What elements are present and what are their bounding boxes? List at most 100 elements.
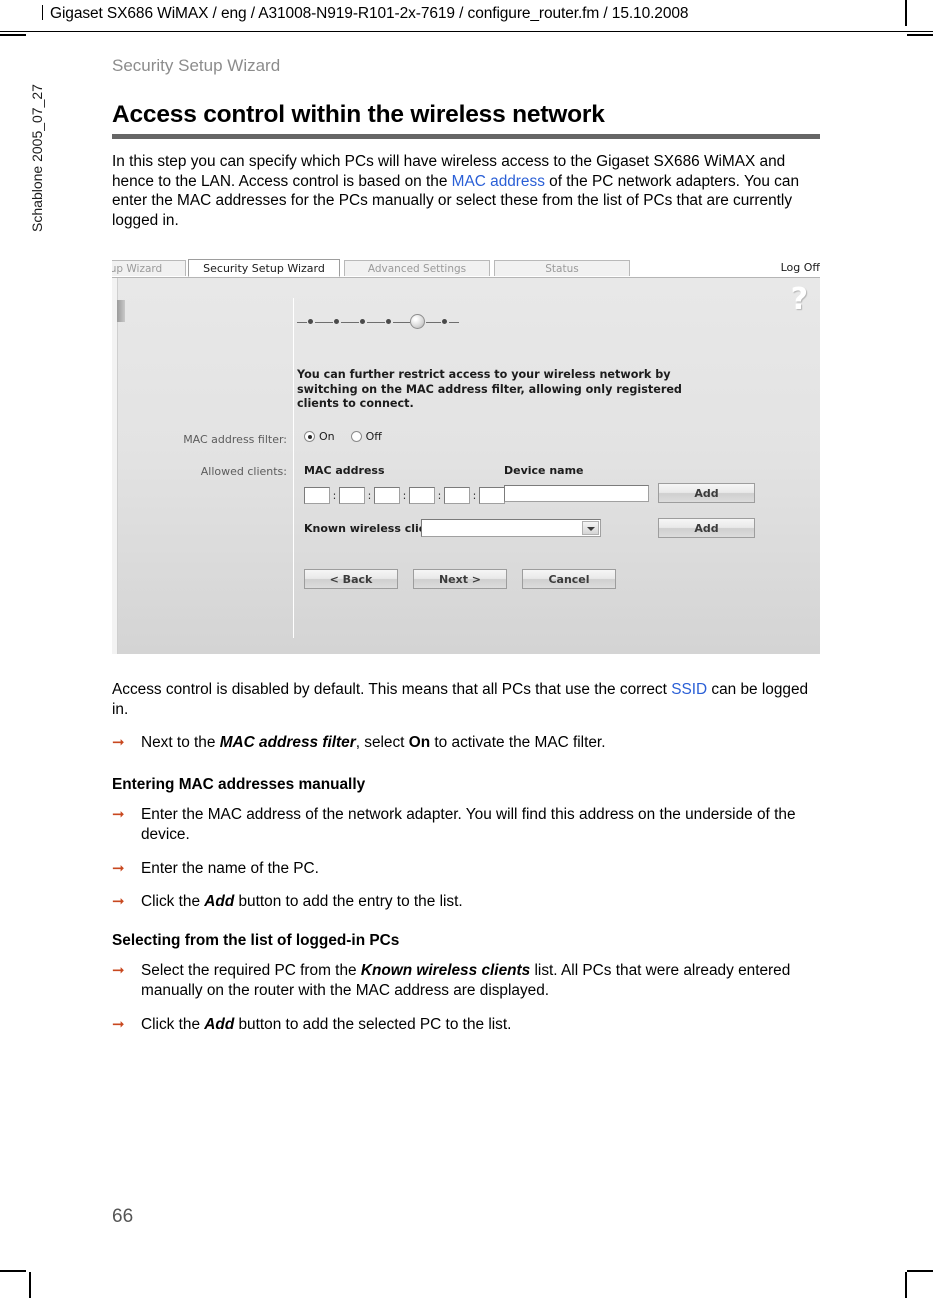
after-paragraph: Access control is disabled by default. T…: [112, 680, 824, 719]
bullet-enter-pc-name: ➞ Enter the name of the PC.: [112, 859, 824, 879]
wizard-navigation: < Back Next > Cancel: [304, 568, 631, 589]
b6-emphasis: Add: [204, 1016, 235, 1033]
page-number: 66: [112, 1206, 134, 1227]
step-dot-4: [386, 319, 391, 324]
b5-pre: Select the required PC from the: [141, 962, 361, 979]
mac-octet-2[interactable]: [339, 487, 365, 504]
add-button-known-client[interactable]: Add: [658, 518, 755, 538]
bullet-text: Enter the MAC address of the network ada…: [141, 806, 796, 843]
bullet-text: Click the Add button to add the entry to…: [141, 892, 824, 912]
info-line-3: clients to connect.: [297, 397, 414, 410]
radio-off[interactable]: [350, 431, 362, 442]
column-header-mac-address: MAC address: [304, 464, 385, 477]
mac-octet-1[interactable]: [304, 487, 330, 504]
bullet-click-add-manual: ➞ Click the Add button to add the entry …: [112, 892, 824, 912]
mac-octet-5[interactable]: [444, 487, 470, 504]
known-wireless-clients-select[interactable]: [421, 519, 601, 537]
bullet-select-pc: ➞ Select the required PC from the Known …: [112, 961, 824, 1000]
step-dot-2: [334, 319, 339, 324]
tab-status[interactable]: Status: [494, 260, 630, 276]
panel-column-divider: [293, 298, 294, 638]
mac-filter-label: MAC address filter:: [183, 433, 287, 446]
next-button[interactable]: Next >: [413, 569, 507, 589]
mac-octet-3[interactable]: [374, 487, 400, 504]
radio-on-label: On: [319, 430, 335, 443]
crop-mark-bottom-left-v: [29, 1272, 31, 1298]
section-title-manual-entry: Entering MAC addresses manually: [112, 776, 366, 793]
help-icon[interactable]: ?: [791, 285, 808, 315]
add-button-manual[interactable]: Add: [658, 483, 755, 503]
router-ui-screenshot: up Wizard Security Setup Wizard Advanced…: [112, 259, 820, 654]
b1-emphasis: MAC address filter: [219, 734, 356, 751]
spine-text: Schablone 2005_07_27: [29, 84, 45, 232]
step-dot-1: [308, 319, 313, 324]
after-part-1: Access control is disabled by default. T…: [112, 681, 672, 698]
cancel-button[interactable]: Cancel: [522, 569, 616, 589]
mac-separator-5: :: [472, 489, 477, 502]
mac-octet-4[interactable]: [409, 487, 435, 504]
info-line-2: switching on the MAC address filter, all…: [297, 382, 682, 396]
step-dot-3: [360, 319, 365, 324]
tab-strip: up Wizard Security Setup Wizard Advanced…: [112, 259, 820, 277]
crop-mark-top-right-h: [907, 34, 933, 36]
mac-separator-4: :: [437, 489, 442, 502]
wizard-panel: ? You can further restrict access to you…: [112, 278, 820, 654]
wizard-step-indicator: [297, 313, 477, 333]
b1-bold: On: [408, 734, 431, 751]
bullet-text: Select the required PC from the Known wi…: [141, 961, 824, 1000]
intro-paragraph: In this step you can specify which PCs w…: [112, 152, 824, 230]
radio-on[interactable]: [304, 431, 315, 442]
running-header-text: Gigaset SX686 WiMAX / eng / A31008-N919-…: [50, 5, 689, 22]
ssid-link[interactable]: SSID: [671, 681, 707, 698]
chapter-label: Security Setup Wizard: [112, 56, 281, 75]
crop-mark-bottom-right-h: [907, 1270, 933, 1272]
b4-post: button to add the entry to the list.: [234, 893, 463, 910]
title-divider: [112, 134, 820, 139]
section-title-select-logged-in: Selecting from the list of logged-in PCs: [112, 932, 400, 949]
mac-octet-6[interactable]: [479, 487, 505, 504]
page-title: Access control within the wireless netwo…: [112, 101, 605, 128]
arrow-bullet-icon: ➞: [112, 734, 125, 751]
sidebar-collapse-handle[interactable]: [117, 300, 125, 322]
header-divider: [0, 31, 933, 32]
column-header-device-name: Device name: [504, 464, 584, 477]
bullet-text: Next to the MAC address filter, select O…: [141, 733, 824, 753]
step-dot-6: [442, 319, 447, 324]
mac-separator-3: :: [402, 489, 407, 502]
arrow-bullet-icon: ➞: [112, 1016, 125, 1033]
tab-setup-wizard-cut[interactable]: up Wizard: [112, 260, 186, 276]
bullet-enter-mac: ➞ Enter the MAC address of the network a…: [112, 805, 824, 844]
tab-security-setup-wizard[interactable]: Security Setup Wizard: [188, 259, 340, 277]
device-name-input[interactable]: [504, 485, 649, 502]
allowed-clients-label: Allowed clients:: [200, 465, 287, 478]
mac-filter-radio-group: On Off: [304, 430, 398, 443]
b1-mid: , select: [355, 734, 409, 751]
mac-separator-2: :: [367, 489, 372, 502]
b1-pre: Next to the: [141, 734, 220, 751]
tab-advanced-settings[interactable]: Advanced Settings: [344, 260, 490, 276]
info-line-1: You can further restrict access to your …: [297, 368, 671, 381]
back-button[interactable]: < Back: [304, 569, 398, 589]
log-off-link[interactable]: Log Off: [781, 261, 820, 274]
mac-separator-1: :: [332, 489, 337, 502]
wizard-info-text: You can further restrict access to your …: [297, 368, 682, 412]
b5-emphasis: Known wireless clients: [360, 962, 531, 979]
bullet-activate-filter: ➞ Next to the MAC address filter, select…: [112, 733, 824, 753]
b1-post: to activate the MAC filter.: [430, 734, 606, 751]
crop-mark-top-left-h: [0, 34, 26, 36]
b6-post: button to add the selected PC to the lis…: [234, 1016, 512, 1033]
bullet-click-add-selected: ➞ Click the Add button to add the select…: [112, 1015, 824, 1035]
arrow-bullet-icon: ➞: [112, 962, 125, 979]
crop-mark-bottom-right-v: [905, 1272, 907, 1298]
bullet-text: Enter the name of the PC.: [141, 860, 319, 877]
bullet-text: Click the Add button to add the selected…: [141, 1015, 824, 1035]
b4-pre: Click the: [141, 893, 205, 910]
running-header: Gigaset SX686 WiMAX / eng / A31008-N919-…: [42, 5, 688, 23]
arrow-bullet-icon: ➞: [112, 893, 125, 910]
mac-address-link[interactable]: MAC address: [452, 173, 545, 190]
header-rule-mark: [42, 5, 43, 20]
b6-pre: Click the: [141, 1016, 205, 1033]
chevron-down-icon[interactable]: [582, 521, 599, 535]
crop-mark-top-right-v: [905, 0, 907, 26]
step-dot-current: [410, 314, 425, 329]
